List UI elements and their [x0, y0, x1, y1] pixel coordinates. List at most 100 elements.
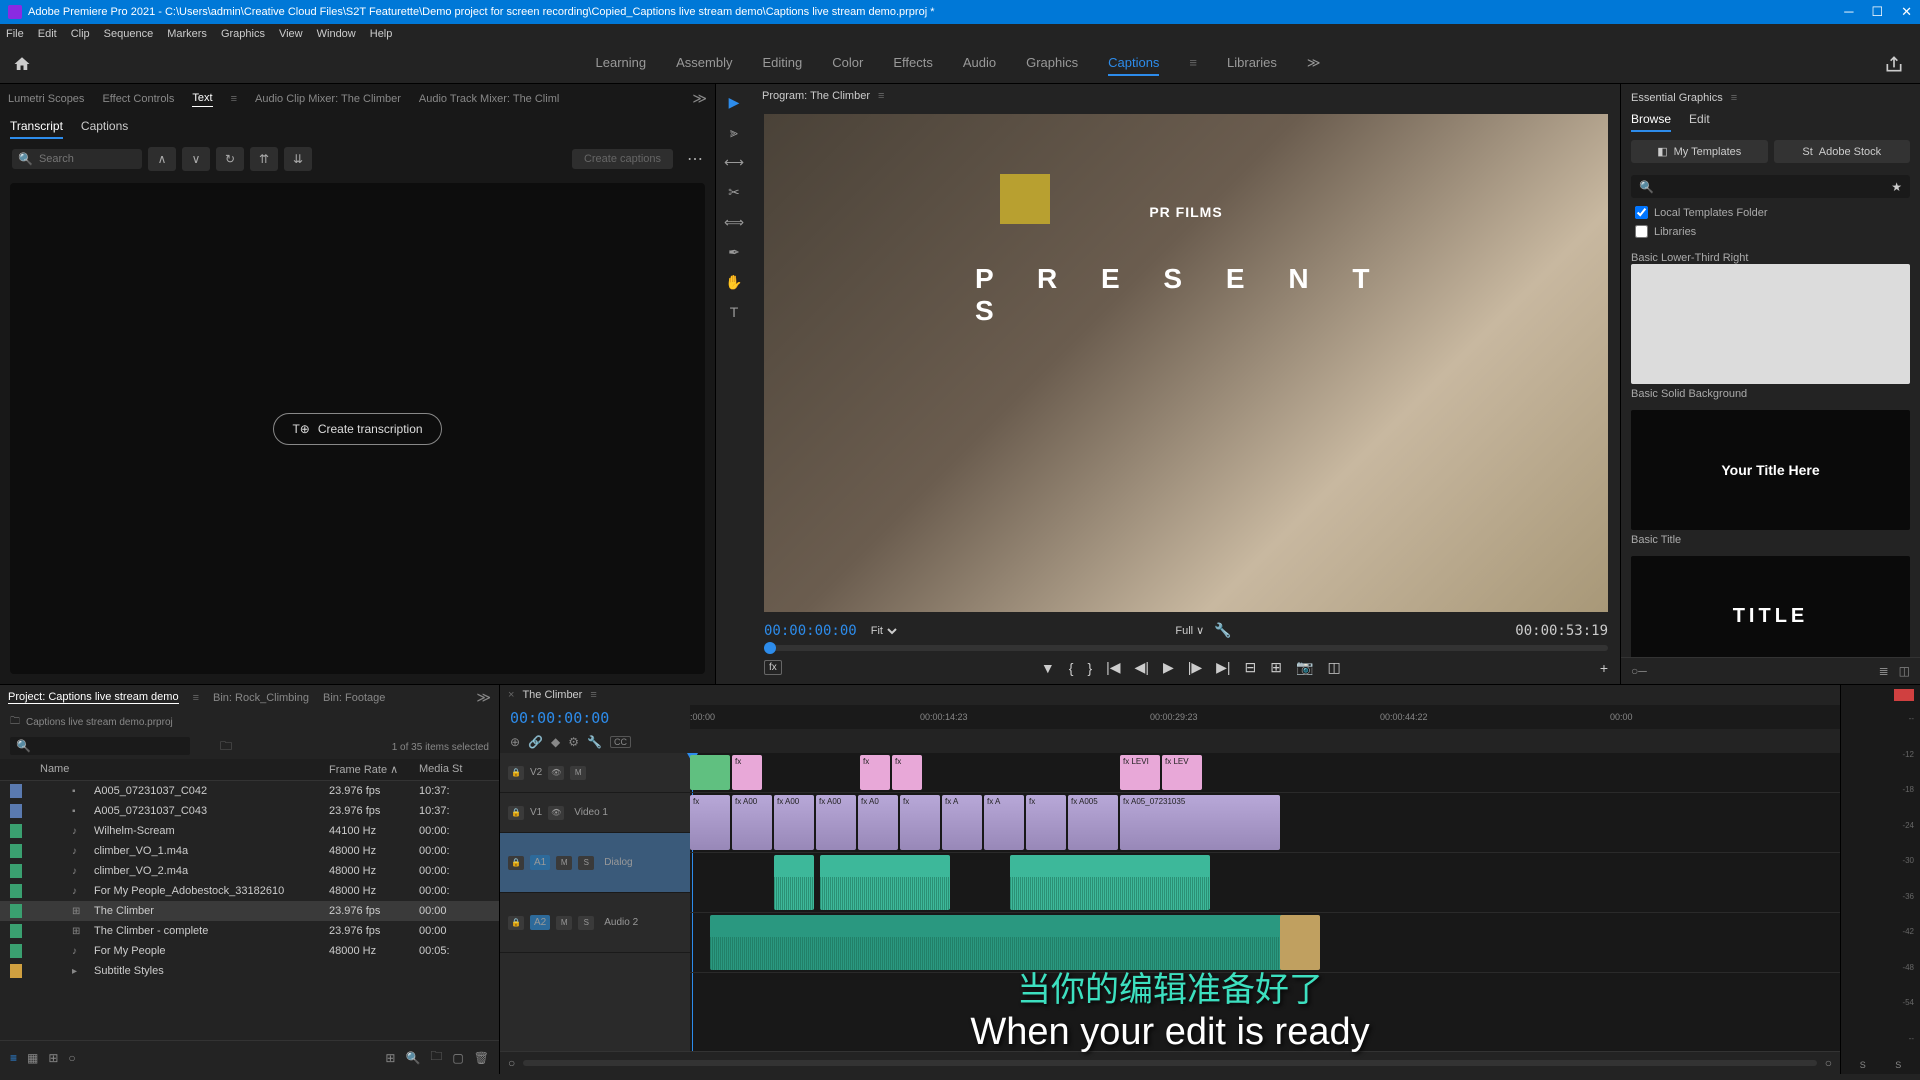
step-forward-button[interactable]: |▶ — [1188, 659, 1202, 676]
pen-tool[interactable]: ✒ — [724, 242, 744, 262]
fx-badge[interactable]: fx — [764, 660, 782, 675]
clip[interactable] — [1280, 915, 1320, 970]
wrench-icon[interactable]: 🔧 — [587, 735, 602, 749]
go-to-in-button[interactable]: |◀ — [1106, 659, 1120, 676]
marker-button[interactable]: ▼ — [1041, 660, 1055, 676]
close-button[interactable]: ✕ — [1901, 4, 1912, 20]
subtab-transcript[interactable]: Transcript — [10, 119, 63, 139]
col-name[interactable]: Name — [10, 763, 329, 776]
settings-icon[interactable]: 🔧 — [1214, 622, 1231, 639]
menu-file[interactable]: File — [6, 28, 24, 40]
create-captions-button[interactable]: Create captions — [572, 149, 673, 169]
menu-edit[interactable]: Edit — [38, 28, 57, 40]
menu-sequence[interactable]: Sequence — [104, 28, 154, 40]
clip[interactable]: fx — [860, 755, 890, 790]
clip[interactable]: fx A00 — [732, 795, 772, 850]
maximize-button[interactable]: ☐ — [1871, 4, 1883, 20]
refresh-button[interactable]: ↻ — [216, 147, 244, 171]
workspace-libraries[interactable]: Libraries — [1227, 51, 1277, 76]
merge-button[interactable]: ⇈ — [250, 147, 278, 171]
timeline-timecode[interactable]: 00:00:00:00 — [500, 705, 690, 731]
menu-markers[interactable]: Markers — [167, 28, 207, 40]
project-row[interactable]: ▪ A005_07231037_C042 23.976 fps 10:37: — [0, 781, 499, 801]
eg-menu-icon[interactable]: ≡ — [1731, 92, 1737, 104]
clip[interactable]: fx — [892, 755, 922, 790]
menu-window[interactable]: Window — [317, 28, 356, 40]
solo-icon[interactable]: S — [578, 856, 594, 870]
tab-bin-rock[interactable]: Bin: Rock_Climbing — [213, 692, 309, 704]
freeform-view-icon[interactable]: ⊞ — [48, 1051, 58, 1065]
project-row[interactable]: ▪ A005_07231037_C043 23.976 fps 10:37: — [0, 801, 499, 821]
menu-clip[interactable]: Clip — [71, 28, 90, 40]
cc-icon[interactable]: CC — [610, 736, 631, 748]
eg-search-input[interactable] — [1654, 179, 1891, 194]
chk-libraries[interactable]: Libraries — [1635, 225, 1906, 238]
go-to-out-button[interactable]: ▶| — [1216, 659, 1230, 676]
clip[interactable]: fx — [732, 755, 762, 790]
share-icon[interactable] — [1884, 54, 1904, 74]
workspace-effects[interactable]: Effects — [893, 51, 933, 76]
out-point-button[interactable]: } — [1087, 660, 1092, 676]
tl-zoom-scrollbar[interactable] — [523, 1060, 1817, 1066]
transcript-search[interactable]: 🔍 — [12, 149, 142, 169]
home-icon[interactable] — [12, 55, 32, 73]
subtab-captions[interactable]: Captions — [81, 119, 128, 139]
tab-lumetri-scopes[interactable]: Lumetri Scopes — [8, 91, 84, 107]
project-row[interactable]: ♪ climber_VO_2.m4a 48000 Hz 00:00: — [0, 861, 499, 881]
project-row[interactable]: ♪ Wilhelm-Scream 44100 Hz 00:00: — [0, 821, 499, 841]
track-header-v1[interactable]: 🔒 V1 👁 Video 1 — [500, 793, 690, 833]
hand-tool[interactable]: ✋ — [724, 272, 744, 292]
solo-left[interactable]: S — [1860, 1060, 1866, 1070]
eg-filter-my-templates[interactable]: ◧My Templates — [1631, 140, 1768, 163]
toggle-output-icon[interactable]: 👁 — [548, 806, 564, 820]
tab-audio-track-mixer[interactable]: Audio Track Mixer: The Climl — [419, 91, 559, 107]
ripple-edit-tool[interactable]: ⟷ — [724, 152, 744, 172]
track-header-a2[interactable]: 🔒 A2 M S Audio 2 — [500, 893, 690, 953]
project-row[interactable]: ⊞ The Climber - complete 23.976 fps 00:0… — [0, 921, 499, 941]
resolution-dropdown[interactable]: Full ∨ — [1175, 624, 1204, 637]
type-tool[interactable]: T — [724, 302, 744, 322]
clip[interactable]: fx A00 — [774, 795, 814, 850]
chk-local-templates[interactable]: Local Templates Folder — [1635, 206, 1906, 219]
auto-match-icon[interactable]: ⊞ — [385, 1051, 395, 1065]
menu-help[interactable]: Help — [370, 28, 393, 40]
project-search-input[interactable] — [35, 741, 184, 752]
template-item[interactable]: Basic Solid Background — [1631, 264, 1910, 400]
tab-project[interactable]: Project: Captions live stream demo — [8, 691, 179, 704]
workspace-menu-icon[interactable]: ≡ — [1189, 51, 1197, 76]
track-select-tool[interactable]: ⫸ — [724, 122, 744, 142]
workspace-color[interactable]: Color — [832, 51, 863, 76]
track-a1[interactable] — [690, 853, 1840, 913]
project-row[interactable]: ♪ For My People 48000 Hz 00:05: — [0, 941, 499, 961]
track-v1[interactable]: fx fx A00 fx A00 fx A00 fx A0 fx fx A fx… — [690, 793, 1840, 853]
selection-tool[interactable]: ▶ — [724, 92, 744, 112]
project-row[interactable]: ♪ For My People_Adobestock_33182610 4800… — [0, 881, 499, 901]
mute-icon[interactable]: M — [556, 856, 572, 870]
clip[interactable]: fx — [690, 795, 730, 850]
clip[interactable]: fx A — [942, 795, 982, 850]
tab-bin-footage[interactable]: Bin: Footage — [323, 692, 385, 704]
toggle-output-icon[interactable]: 👁 — [548, 766, 564, 780]
razor-tool[interactable]: ✂ — [724, 182, 744, 202]
zoom-slider[interactable]: ○ — [68, 1051, 75, 1065]
timeline-sequence-name[interactable]: The Climber — [522, 689, 582, 701]
clip[interactable] — [820, 855, 950, 910]
col-start[interactable]: Media St — [419, 763, 489, 776]
eg-slider-icon[interactable]: ○─ — [1631, 664, 1647, 678]
lock-icon[interactable]: 🔒 — [508, 856, 524, 870]
clip[interactable] — [774, 855, 814, 910]
new-bin-icon[interactable]: 🗀 — [430, 1047, 442, 1068]
clip[interactable] — [710, 915, 1312, 970]
eg-tab-edit[interactable]: Edit — [1689, 112, 1710, 132]
track-v2[interactable]: fx fx fx fx LEVI fx LEV — [690, 753, 1840, 793]
workspace-learning[interactable]: Learning — [596, 51, 647, 76]
eg-sort-icon[interactable]: ≣ — [1879, 664, 1889, 678]
tab-effect-controls[interactable]: Effect Controls — [102, 91, 174, 107]
menu-view[interactable]: View — [279, 28, 303, 40]
eg-search[interactable]: 🔍 ★ — [1631, 175, 1910, 198]
split-button[interactable]: ⇊ — [284, 147, 312, 171]
clip[interactable]: fx — [900, 795, 940, 850]
col-fps[interactable]: Frame Rate ∧ — [329, 763, 419, 776]
clip[interactable] — [690, 755, 730, 790]
mute-icon[interactable]: M — [570, 766, 586, 780]
